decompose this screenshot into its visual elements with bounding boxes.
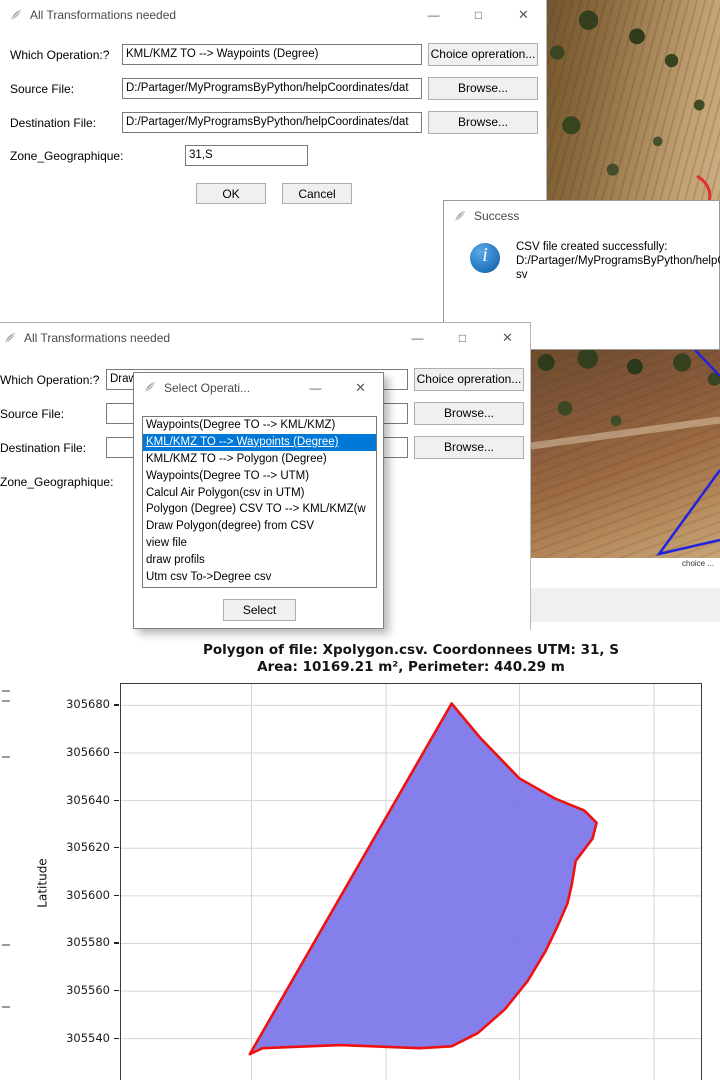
- source-file-label: Source File:: [0, 407, 64, 421]
- aerial2-caption-fragment: choice ...: [682, 559, 720, 568]
- y-tick-label: 305580: [38, 935, 110, 949]
- window1-controls: — □ ✕: [411, 0, 546, 30]
- operation-list-item[interactable]: Polygon (Degree) CSV TO --> KML/KMZ(w: [143, 501, 376, 518]
- y-tick-label: 305560: [38, 983, 110, 997]
- success-message-line3: sv: [516, 269, 528, 281]
- operation-list-item[interactable]: Waypoints(Degree TO --> KML/KMZ): [143, 417, 376, 434]
- plot-subtitle: Area: 10169.21 m², Perimeter: 440.29 m: [100, 659, 720, 675]
- aerial-image-1: [547, 0, 720, 202]
- minimize-icon[interactable]: —: [293, 373, 338, 402]
- zone-label: Zone_Geographique:: [10, 149, 123, 163]
- y-tick-label: 305680: [38, 697, 110, 711]
- operation-list-item[interactable]: view file: [143, 535, 376, 552]
- feather-icon: [142, 380, 157, 395]
- operation-list-item[interactable]: draw profils: [143, 552, 376, 569]
- window2-title: All Transformations needed: [24, 331, 170, 345]
- operation-input[interactable]: KML/KMZ TO --> Waypoints (Degree): [122, 44, 422, 65]
- destination-browse-button[interactable]: Browse...: [414, 436, 524, 459]
- y-tick-label: 305540: [38, 1031, 110, 1045]
- plot-title: Polygon of file: Xpolygon.csv. Coordonne…: [100, 642, 720, 658]
- window1-title: All Transformations needed: [30, 8, 176, 22]
- plot-svg: [121, 684, 701, 1080]
- y-tick-mark: [114, 800, 119, 801]
- y-tick-mark: [114, 895, 119, 896]
- minimize-icon[interactable]: —: [411, 0, 456, 30]
- plot-area: [120, 683, 702, 1080]
- info-icon: [470, 243, 500, 273]
- destination-file-label: Destination File:: [0, 441, 86, 455]
- screen: All Transformations needed — □ ✕ Which O…: [0, 0, 720, 1080]
- destination-file-input[interactable]: D:/Partager/MyProgramsByPython/helpCoord…: [122, 112, 422, 133]
- plot-window: Polygon of file: Xpolygon.csv. Coordonne…: [0, 628, 720, 1080]
- window2-controls: — □ ✕: [395, 323, 530, 353]
- ok-button[interactable]: OK: [196, 183, 266, 204]
- close-icon[interactable]: ✕: [501, 0, 546, 30]
- select-dialog-controls: — ✕: [293, 373, 383, 402]
- feather-icon: [8, 8, 23, 23]
- background-plot-fragment: [2, 700, 10, 702]
- source-file-input[interactable]: D:/Partager/MyProgramsByPython/helpCoord…: [122, 78, 422, 99]
- operation-label: Which Operation:?: [0, 373, 99, 387]
- maximize-icon[interactable]: □: [456, 0, 501, 30]
- operation-list-item[interactable]: Waypoints(Degree TO --> UTM): [143, 468, 376, 485]
- operation-list-item[interactable]: KML/KMZ TO --> Waypoints (Degree): [143, 434, 376, 451]
- aerial1-overlay: [547, 0, 720, 202]
- operation-listbox[interactable]: Waypoints(Degree TO --> KML/KMZ) KML/KMZ…: [142, 416, 377, 588]
- select-dialog-title: Select Operati...: [164, 381, 250, 395]
- feather-icon: [2, 331, 17, 346]
- window-all-transformations-1: All Transformations needed — □ ✕ Which O…: [0, 0, 547, 215]
- y-tick-mark: [114, 942, 119, 943]
- aerial-image-2: [531, 350, 720, 558]
- y-tick-mark: [114, 847, 119, 848]
- success-title: Success: [474, 209, 519, 223]
- zone-input[interactable]: 31,S: [185, 145, 308, 166]
- source-file-label: Source File:: [10, 82, 74, 96]
- y-tick-mark: [114, 752, 119, 753]
- window1-titlebar: All Transformations needed — □ ✕: [0, 0, 546, 30]
- choice-operation-button[interactable]: Choice opreration...: [428, 43, 538, 66]
- y-tick-mark: [114, 704, 119, 705]
- choice-operation-button[interactable]: Choice opreration...: [414, 368, 524, 391]
- select-operation-dialog: Select Operati... — ✕ Waypoints(Degree T…: [133, 372, 384, 629]
- background-plot-fragment: [2, 944, 10, 946]
- y-tick-mark: [114, 1038, 119, 1039]
- maximize-icon[interactable]: □: [440, 323, 485, 353]
- close-icon[interactable]: ✕: [485, 323, 530, 353]
- background-plot-fragment: [2, 756, 10, 758]
- close-icon[interactable]: ✕: [338, 373, 383, 402]
- feather-icon: [452, 209, 467, 224]
- operation-list-item[interactable]: Calcul Air Polygon(csv in UTM): [143, 485, 376, 502]
- y-tick-mark: [114, 990, 119, 991]
- background-plot-fragment: [2, 1006, 10, 1008]
- background-panel: [531, 588, 720, 622]
- zone-label: Zone_Geographique:: [0, 475, 113, 489]
- success-message-line2: D:/Partager/MyProgramsByPython/helpCo: [516, 255, 720, 267]
- destination-browse-button[interactable]: Browse...: [428, 111, 538, 134]
- success-message-line1: CSV file created successfully:: [516, 241, 667, 253]
- operation-label: Which Operation:?: [10, 48, 109, 62]
- source-browse-button[interactable]: Browse...: [428, 77, 538, 100]
- minimize-icon[interactable]: —: [395, 323, 440, 353]
- success-titlebar: Success: [444, 201, 719, 231]
- aerial2-overlay: [531, 350, 720, 558]
- select-button[interactable]: Select: [223, 599, 296, 621]
- select-dialog-titlebar: Select Operati... — ✕: [134, 373, 383, 402]
- operation-list-item[interactable]: KML/KMZ TO --> Polygon (Degree): [143, 451, 376, 468]
- y-tick-label: 305600: [38, 888, 110, 902]
- operation-list-item[interactable]: Utm csv To->Degree csv: [143, 569, 376, 586]
- operation-list-item[interactable]: Draw Polygon(degree) from CSV: [143, 518, 376, 535]
- window2-titlebar: All Transformations needed — □ ✕: [0, 323, 530, 353]
- background-plot-fragment: [2, 690, 10, 692]
- source-browse-button[interactable]: Browse...: [414, 402, 524, 425]
- cancel-button[interactable]: Cancel: [282, 183, 352, 204]
- destination-file-label: Destination File:: [10, 116, 96, 130]
- y-tick-label: 305620: [38, 840, 110, 854]
- y-tick-label: 305660: [38, 745, 110, 759]
- y-tick-label: 305640: [38, 793, 110, 807]
